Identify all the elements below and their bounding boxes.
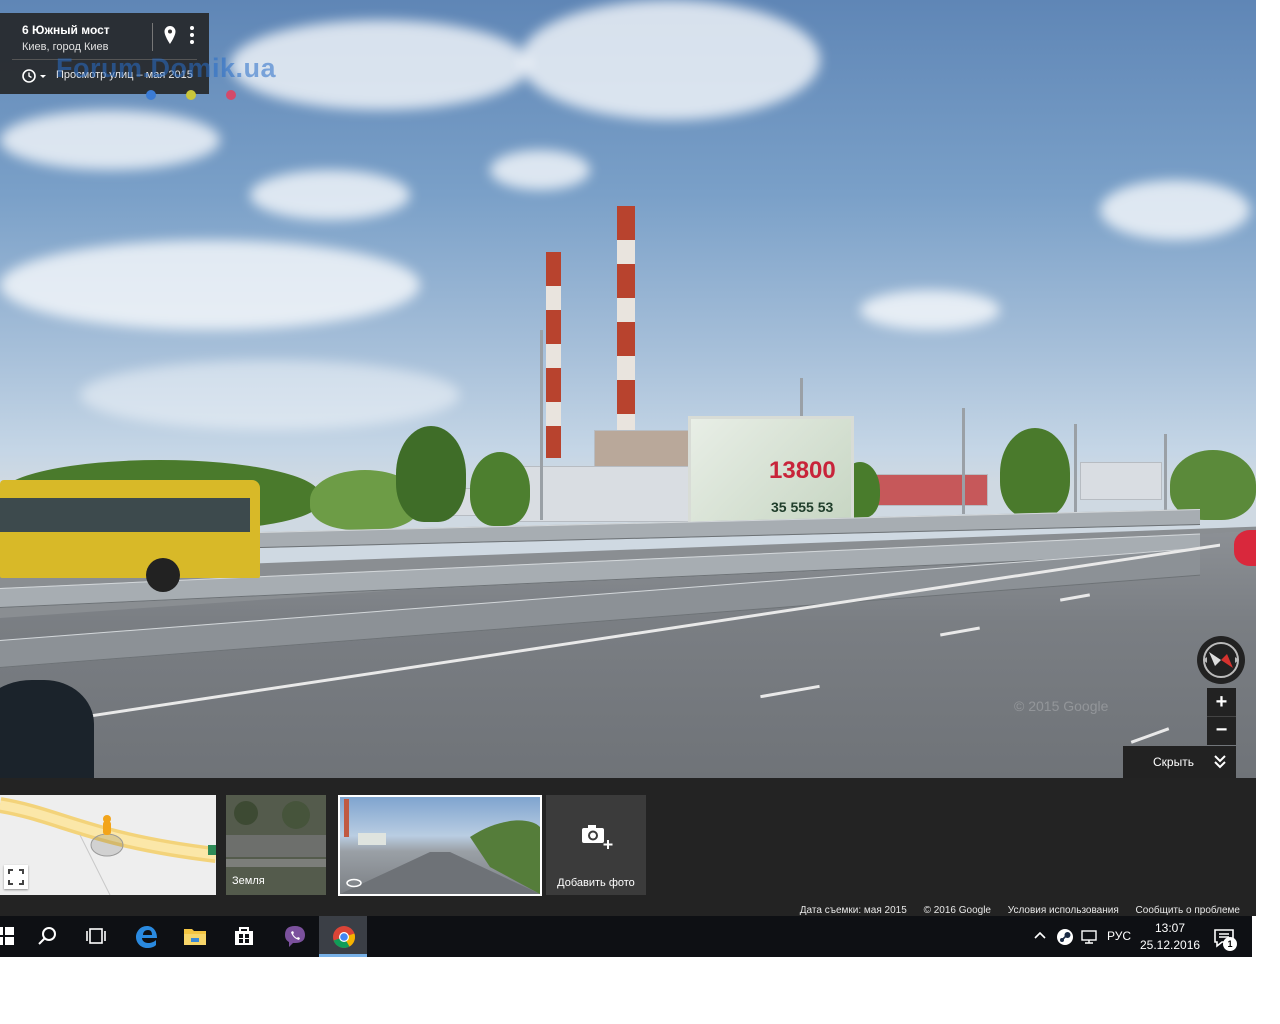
hide-label: Скрыть	[1153, 755, 1194, 769]
compass-icon	[1203, 642, 1239, 678]
clock-time[interactable]: 13:07	[1140, 921, 1200, 935]
store-button[interactable]	[220, 916, 268, 957]
earth-label: Земля	[232, 875, 265, 887]
street-view-preview	[340, 799, 540, 894]
copyright: © 2016 Google	[923, 905, 991, 916]
chrome-button[interactable]	[319, 916, 367, 957]
rotate-360-icon	[346, 878, 362, 888]
chevron-double-down-icon	[1214, 755, 1226, 769]
terms-link[interactable]: Условия использования	[1008, 905, 1119, 916]
earth-thumbnail[interactable]: Земля	[226, 795, 326, 895]
report-problem-link[interactable]: Сообщить о проблеме	[1136, 905, 1240, 916]
search-icon	[38, 927, 56, 945]
billboard-number: 13800	[769, 457, 836, 484]
file-explorer-icon	[184, 929, 206, 945]
billboard-phone: 35 555 53	[771, 499, 834, 515]
street-lamp	[1074, 424, 1077, 514]
chrome-icon	[333, 926, 355, 948]
search-button[interactable]	[24, 916, 72, 957]
compass-control[interactable]	[1197, 636, 1245, 684]
add-photo-label: Добавить фото	[557, 877, 635, 889]
dark-car	[0, 680, 94, 778]
footer-links: Дата съемки: мая 2015 © 2016 Google Усло…	[786, 905, 1240, 916]
watermark-dot	[226, 90, 236, 100]
zoom-out-button[interactable]: −	[1207, 716, 1236, 745]
language-indicator[interactable]: РУС	[1107, 929, 1131, 943]
cloud	[520, 0, 820, 120]
edge-button[interactable]	[122, 916, 170, 957]
yellow-bus	[0, 480, 260, 592]
card-divider	[152, 23, 153, 51]
pin-icon[interactable]	[163, 25, 177, 45]
cloud	[80, 360, 460, 430]
clock-date[interactable]: 25.12.2016	[1140, 938, 1200, 952]
screen: 13800 35 555 53 © 2015 Google 6 Южный мо…	[0, 0, 1256, 957]
viber-button[interactable]	[270, 916, 318, 957]
windows-start-icon	[0, 927, 14, 945]
filmstrip-panel: Земля Добавить фото Дата съемки: мая 201…	[0, 778, 1256, 916]
location-title: 6 Южный мост	[22, 23, 110, 37]
steam-icon[interactable]	[1056, 928, 1074, 946]
file-explorer-button[interactable]	[170, 916, 218, 957]
cloud	[860, 290, 1000, 330]
watermark-dot	[146, 90, 156, 100]
location-subtitle: Киев, город Киев	[22, 41, 109, 53]
cloud	[1100, 180, 1250, 240]
cloud	[250, 170, 410, 220]
hide-button[interactable]: Скрыть	[1123, 746, 1236, 778]
capture-date: Дата съемки: мая 2015	[799, 905, 907, 916]
edge-icon	[136, 926, 157, 948]
notification-badge: 1	[1223, 937, 1237, 951]
street-lamp	[962, 408, 965, 514]
watermark-dot	[186, 90, 196, 100]
minimap[interactable]	[0, 795, 216, 895]
screen-edge	[1252, 916, 1256, 957]
more-icon[interactable]	[186, 25, 198, 45]
network-icon[interactable]	[1080, 928, 1098, 946]
street-lamp	[540, 330, 543, 520]
zoom-in-button[interactable]: +	[1207, 688, 1236, 716]
street-lamp	[1164, 434, 1167, 510]
camera-plus-icon	[582, 825, 613, 849]
viber-icon	[285, 926, 305, 947]
street-view-thumbnail[interactable]	[338, 795, 542, 896]
windows-taskbar: РУС 13:07 25.12.2016 1	[0, 916, 1256, 957]
cloud	[490, 150, 590, 190]
google-watermark: © 2015 Google	[1014, 698, 1109, 714]
history-icon[interactable]	[20, 68, 48, 84]
add-photo-button[interactable]: Добавить фото	[546, 795, 646, 895]
cloud	[0, 240, 420, 330]
task-view-button[interactable]	[72, 916, 120, 957]
tray-chevron-icon[interactable]	[1032, 928, 1048, 944]
red-car	[1234, 530, 1256, 566]
billboard: 13800 35 555 53	[688, 416, 854, 526]
store-icon	[235, 927, 253, 945]
street-view-panorama[interactable]: 13800 35 555 53 © 2015 Google	[0, 0, 1256, 778]
minimap-roads	[0, 797, 216, 895]
forum-watermark: Forum.Domik.ua	[56, 53, 277, 83]
fullscreen-icon[interactable]	[4, 865, 28, 889]
cloud	[0, 110, 220, 170]
task-view-icon	[86, 928, 106, 944]
